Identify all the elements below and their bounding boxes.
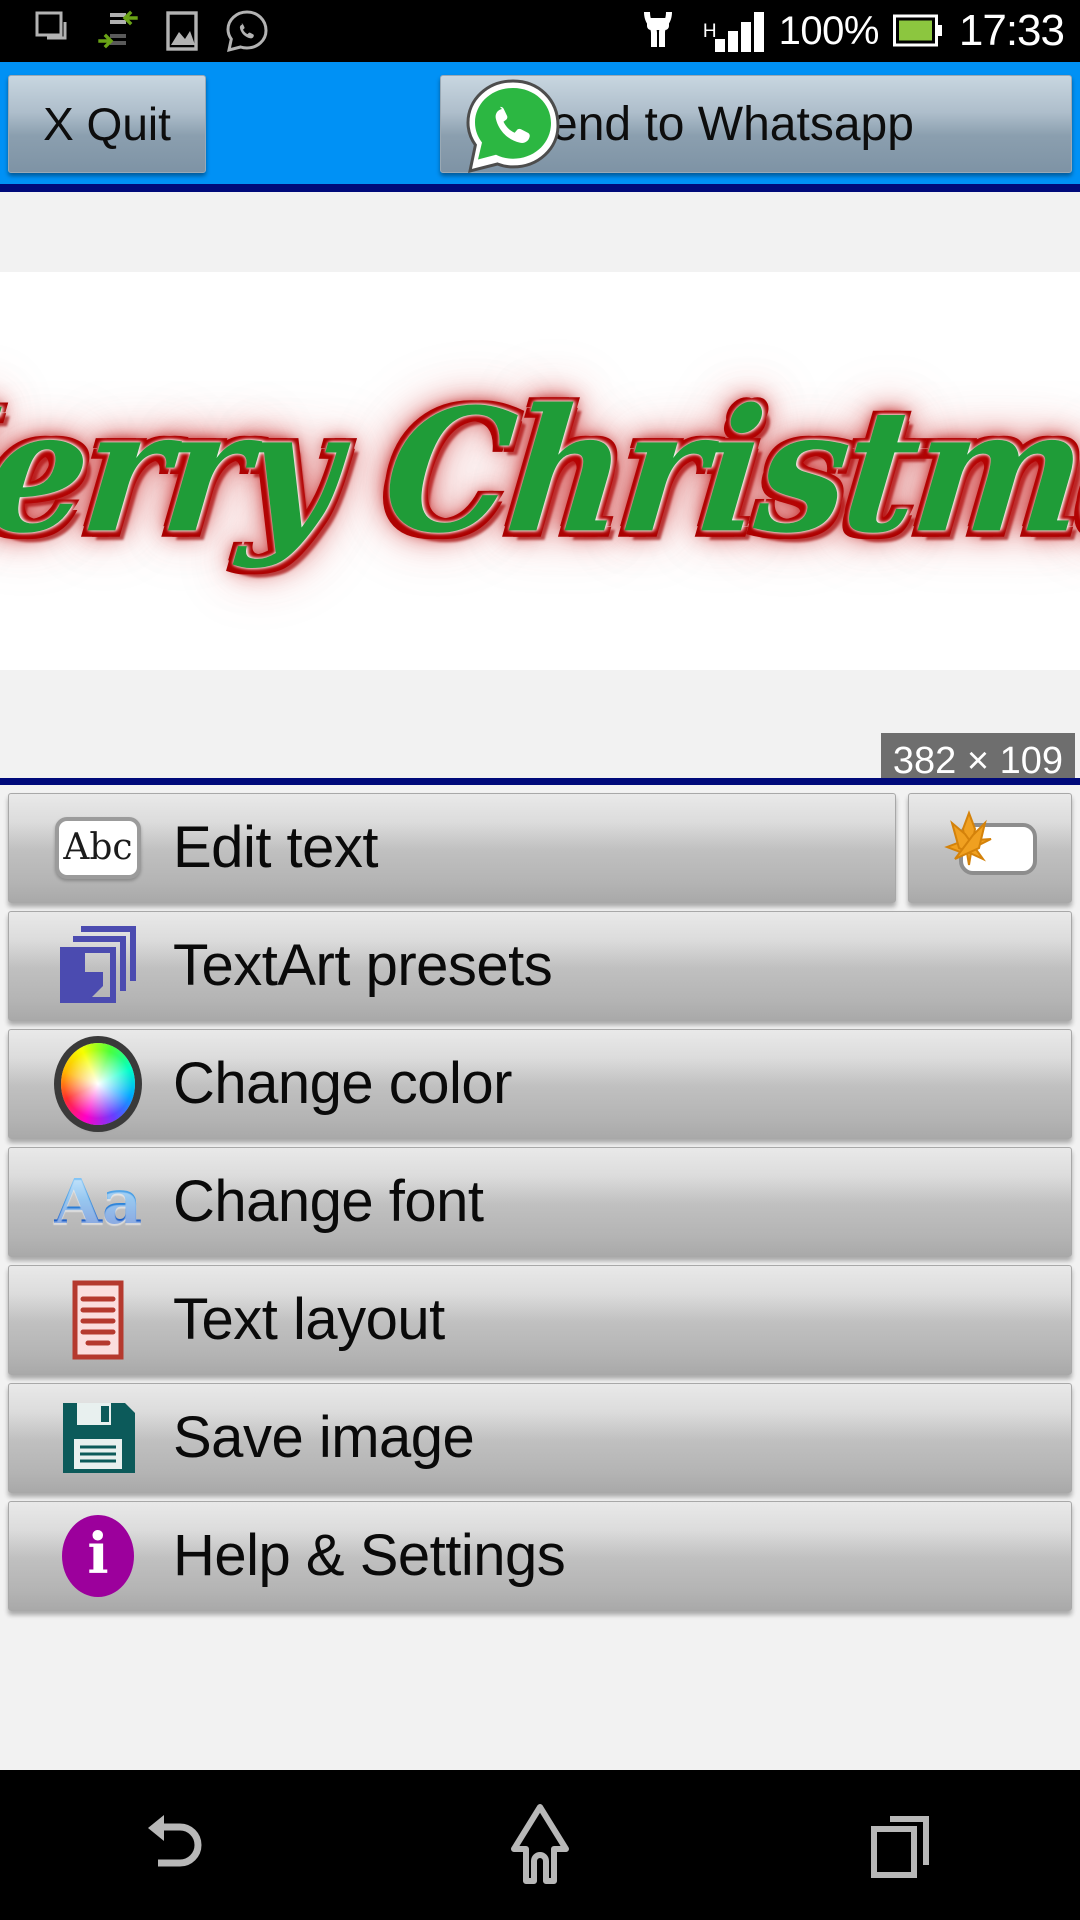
send-to-whatsapp-label: Send to Whatsapp (519, 97, 914, 151)
menu-row-help-settings: i Help & Settings (8, 1501, 1072, 1611)
network-type-label: H (702, 21, 717, 42)
layers-stack-icon (55, 923, 141, 1009)
menu-item-save-image[interactable]: Save image (8, 1383, 1072, 1493)
info-icon-label: i (62, 1515, 134, 1597)
android-navigation-bar (0, 1770, 1080, 1920)
aa-font-icon: Aa (53, 1159, 143, 1245)
menu-list: Abc Edit text TextArt presets Change col… (0, 785, 1080, 1770)
menu-divider (0, 778, 1080, 785)
home-icon (511, 1804, 569, 1884)
menu-item-label: Edit text (173, 815, 379, 880)
status-bar-notification-icons (0, 8, 270, 54)
screenshot-icon (35, 11, 67, 40)
menu-row-change-color: Change color (8, 1029, 1072, 1139)
menu-row-textart-presets: TextArt presets (8, 911, 1072, 1021)
artwork-canvas[interactable]: Merry Christmas (0, 272, 1080, 670)
menu-item-label: Help & Settings (173, 1523, 566, 1588)
menu-row-save-image: Save image (8, 1383, 1072, 1493)
preview-top-padding (0, 192, 1080, 272)
menu-item-label: Change font (173, 1169, 484, 1234)
status-bar-system-icons: H 100% 17:33 (631, 0, 1065, 62)
signal-bars-icon (714, 12, 764, 52)
battery-percent-label: 100% (778, 9, 880, 53)
aa-icon-label: Aa (53, 1165, 143, 1238)
quit-button[interactable]: X Quit (8, 75, 206, 173)
whatsapp-status-icon (226, 10, 268, 53)
gallery-image-icon (166, 11, 198, 51)
menu-item-text-layout[interactable]: Text layout (8, 1265, 1072, 1375)
recents-icon (871, 1816, 929, 1878)
data-transfer-icon (98, 10, 138, 49)
menu-item-label: Save image (173, 1405, 475, 1470)
floppy-disk-icon (55, 1395, 141, 1481)
app-root: H 100% 17:33 X Quit Send to Whatsapp Mer… (0, 0, 1080, 1920)
menu-row-change-font: Aa Change font (8, 1147, 1072, 1257)
nav-back-button[interactable] (60, 1770, 300, 1920)
usb-connection-icon (643, 12, 672, 47)
status-bar: H 100% 17:33 (0, 0, 1080, 62)
abc-text-icon: Abc (55, 805, 141, 891)
toolbar-underline (0, 184, 1080, 192)
signal-indicator: H (699, 9, 765, 53)
battery-full-icon (892, 14, 942, 47)
menu-item-help-settings[interactable]: i Help & Settings (8, 1501, 1072, 1611)
send-to-whatsapp-button[interactable]: Send to Whatsapp (440, 75, 1072, 174)
nav-recents-button[interactable] (780, 1770, 1020, 1920)
menu-item-label: TextArt presets (173, 933, 553, 998)
artwork-wrapper: Merry Christmas (0, 272, 1080, 670)
artwork-text: Merry Christmas (0, 370, 1080, 572)
back-icon (148, 1815, 202, 1867)
menu-row-edit-text: Abc Edit text (8, 793, 1072, 903)
menu-item-edit-text[interactable]: Abc Edit text (8, 793, 896, 903)
color-wheel-icon (55, 1041, 141, 1127)
menu-item-textart-presets[interactable]: TextArt presets (8, 911, 1072, 1021)
menu-item-change-color[interactable]: Change color (8, 1029, 1072, 1139)
quit-button-label: X Quit (43, 98, 171, 150)
info-circle-icon: i (55, 1513, 141, 1599)
whatsapp-icon (466, 79, 560, 174)
nav-home-button[interactable] (420, 1770, 660, 1920)
menu-item-change-font[interactable]: Aa Change font (8, 1147, 1072, 1257)
abc-icon-label: Abc (63, 827, 133, 868)
sparkle-effects-icon (944, 810, 1037, 875)
clock-label: 17:33 (958, 6, 1065, 55)
menu-item-label: Text layout (173, 1287, 445, 1352)
top-toolbar: X Quit Send to Whatsapp (0, 62, 1080, 184)
menu-row-text-layout: Text layout (8, 1265, 1072, 1375)
text-effects-button[interactable] (908, 793, 1072, 903)
menu-item-label: Change color (173, 1051, 513, 1116)
document-lines-icon (55, 1277, 141, 1363)
